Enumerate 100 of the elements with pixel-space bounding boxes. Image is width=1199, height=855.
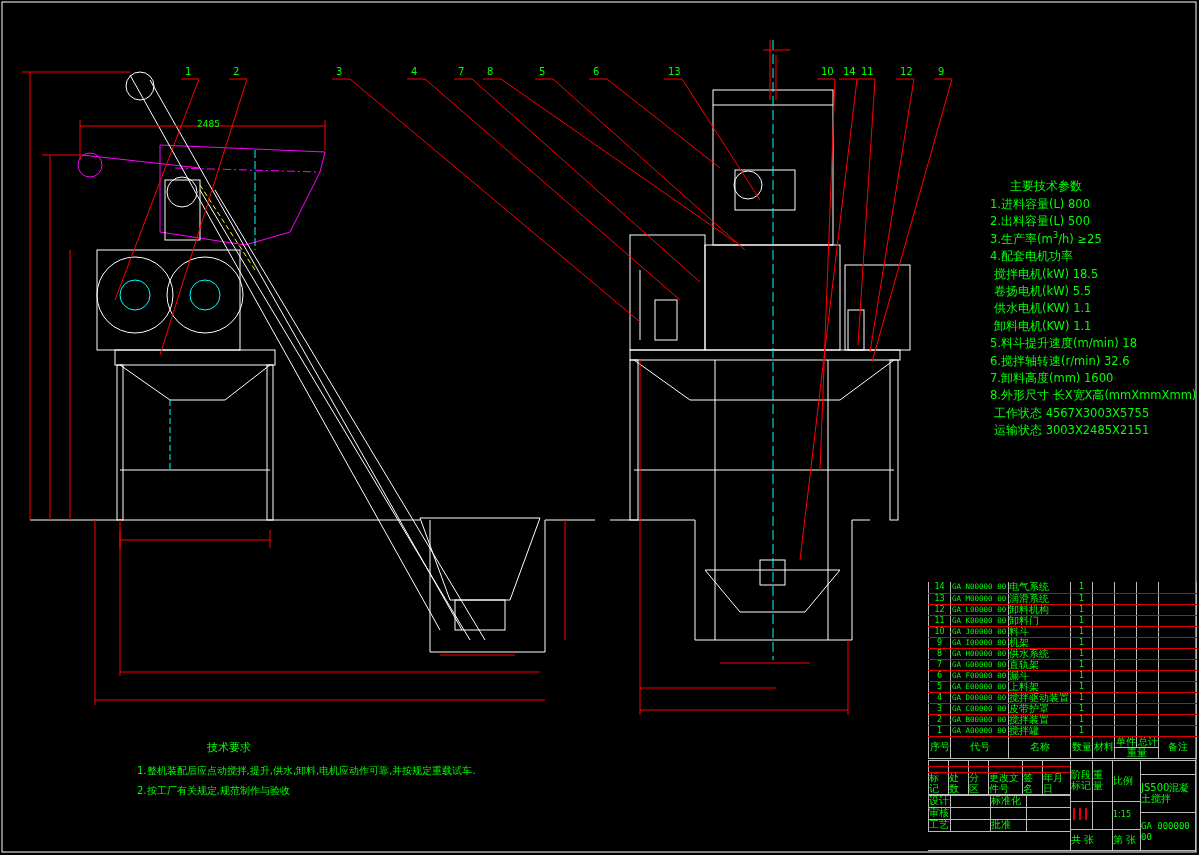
spec-line: 搅拌电机(kW) 18.5 <box>994 268 1099 281</box>
table-cell: 1 <box>1070 615 1093 626</box>
spec-line: 3.生产率(m$^{3}$/h) ≥25 <box>990 233 1102 246</box>
column-header: 单件 <box>1114 736 1137 747</box>
balloon-number: 8 <box>487 67 494 77</box>
title-block-label: 更改文件号 <box>988 772 1023 795</box>
title-block-label: 标记 <box>928 772 949 795</box>
spec-line: 2.出料容量(L) 500 <box>990 216 1090 228</box>
table-cell: 1 <box>1070 692 1093 703</box>
table-cell: 润滑系统 <box>1008 593 1071 604</box>
balloon-number: 1 <box>185 67 192 77</box>
balloon-number: 2 <box>233 67 240 77</box>
balloon-number: 6 <box>593 67 600 77</box>
table-cell: 卸料门 <box>1008 615 1071 626</box>
table-cell: 1 <box>928 725 951 736</box>
table-cell: 搅拌驱动装置 <box>1008 692 1071 703</box>
requirement-line: 2.按工厂有关规定,规范制作与验收 <box>137 786 290 796</box>
title-block-label: 阶段标记 <box>1070 760 1093 802</box>
spec-title: 主要技术参数 <box>1010 181 1082 193</box>
table-cell: 皮带护罩 <box>1008 703 1071 714</box>
balloon-number: 10 <box>821 67 834 77</box>
title-block-label: 审核 <box>928 807 951 820</box>
table-cell: 12 <box>928 604 951 615</box>
table-cell: 1 <box>1070 637 1093 648</box>
table-cell: 2 <box>928 714 951 725</box>
spec-line: 4.配套电机功率 <box>990 251 1073 263</box>
table-cell: 1 <box>1070 703 1093 714</box>
balloon-number: 3 <box>336 67 343 77</box>
title-block-label: 共 张 <box>1070 829 1113 851</box>
table-cell: 8 <box>928 648 951 659</box>
title-block-label: 年月日 <box>1042 772 1071 795</box>
table-cell: 1 <box>1070 725 1093 736</box>
title-block-label: 设计 <box>928 795 951 808</box>
spec-line: 工作状态 4567X3003X5755 <box>994 407 1150 420</box>
column-header: 序号 <box>928 736 951 758</box>
table-cell: 13 <box>928 593 951 604</box>
spec-line: 供水电机(KW) 1.1 <box>994 303 1092 315</box>
drawing-name: JS500混凝土搅拌 <box>1140 774 1196 813</box>
table-cell: 5 <box>928 681 951 692</box>
table-cell: 搅拌罐 <box>1008 725 1071 736</box>
table-cell: 1 <box>1070 670 1093 681</box>
table-cell: 上料架 <box>1008 681 1071 692</box>
dimension-label: 2485 <box>197 120 220 129</box>
table-cell: 机架 <box>1008 637 1071 648</box>
spec-line: 卸料电机(KW) 1.1 <box>994 320 1092 333</box>
table-cell: 漏斗 <box>1008 670 1071 681</box>
title-block-label: 重量 <box>1092 760 1113 802</box>
balloon-number: 13 <box>668 67 681 77</box>
table-cell: 1 <box>1070 593 1093 604</box>
column-header: 备注 <box>1158 736 1197 758</box>
table-cell: 搅拌装置 <box>1008 714 1071 725</box>
title-block-label: 签名 <box>1022 772 1043 795</box>
title-block-label: 分区 <box>968 772 989 795</box>
balloon-number: 14 <box>843 67 856 77</box>
table-cell: 1 <box>1070 659 1093 670</box>
column-header: 数量 <box>1070 736 1093 758</box>
table-cell: 电气系统 <box>1008 582 1071 593</box>
column-header: 重量 <box>1114 747 1159 758</box>
spec-line: 5.料斗提升速度(m/min) 18 <box>990 338 1137 350</box>
spec-line: 6.搅拌轴转速(r/min) 32.6 <box>990 355 1130 368</box>
balloon-number: 7 <box>458 67 465 77</box>
spec-line: 8.外形尺寸 长X宽X高(mmXmmXmm) <box>990 390 1197 402</box>
balloon-number: 11 <box>861 67 874 77</box>
table-cell: 7 <box>928 659 951 670</box>
table-cell: 4 <box>928 692 951 703</box>
spec-line: 运输状态 3003X2485X2151 <box>994 425 1150 437</box>
column-header: 名称 <box>1008 736 1071 758</box>
spec-line: 7.卸料高度(mm) 1600 <box>990 373 1114 385</box>
table-cell: 直轨架 <box>1008 659 1071 670</box>
spec-line: 卷扬电机(kW) 5.5 <box>994 286 1091 298</box>
column-header: 总计 <box>1136 736 1159 747</box>
column-header: 代号 <box>950 736 1009 758</box>
balloon-number: 5 <box>539 67 546 77</box>
column-header: 材料 <box>1092 736 1115 758</box>
table-cell: 供水系统 <box>1008 648 1071 659</box>
title-block-label: 比例 <box>1112 760 1141 802</box>
table-cell: 1 <box>1070 681 1093 692</box>
table-cell: 1 <box>1070 604 1093 615</box>
table-cell: 14 <box>928 582 951 593</box>
title-block-label: 标准化 <box>990 795 1027 808</box>
table-cell: 1 <box>1070 648 1093 659</box>
balloon-number: 9 <box>938 67 945 77</box>
title-block-label: 工艺 <box>928 819 951 832</box>
table-cell: 10 <box>928 626 951 637</box>
table-cell: 9 <box>928 637 951 648</box>
table-cell: 3 <box>928 703 951 714</box>
requirements-title: 技术要求 <box>207 742 251 753</box>
table-cell: 1 <box>1070 626 1093 637</box>
table-cell: 卸料机构 <box>1008 604 1071 615</box>
title-block-label: 批准 <box>990 819 1027 832</box>
balloon-number: 4 <box>411 67 418 77</box>
table-cell: 1 <box>1070 582 1093 593</box>
table-cell: 6 <box>928 670 951 681</box>
title-block-label: 处数 <box>948 772 969 795</box>
table-cell: 料斗 <box>1008 626 1071 637</box>
table-cell: 1 <box>1070 714 1093 725</box>
drawing-number: GA 000000 00 <box>1141 821 1190 842</box>
balloon-number: 12 <box>900 67 913 77</box>
table-cell: 11 <box>928 615 951 626</box>
requirement-line: 1.整机装配后应点动搅拌,提升,供水,卸料,电机应动作可靠,并按规定重载试车. <box>137 766 476 776</box>
